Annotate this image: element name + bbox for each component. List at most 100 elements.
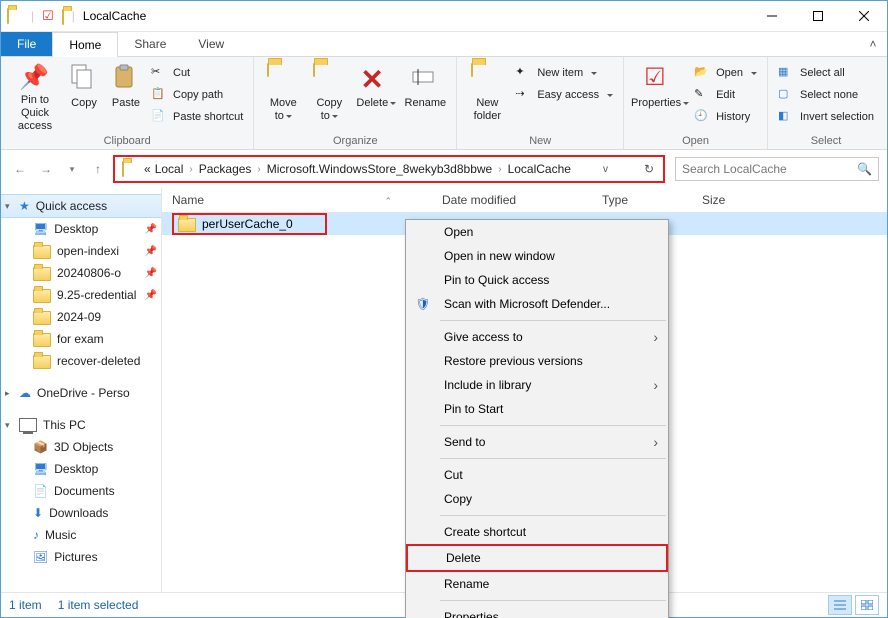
chevron-right-icon[interactable]: ›	[253, 164, 264, 175]
edit-button[interactable]: ✎Edit	[690, 85, 761, 105]
new-folder-button[interactable]: New folder	[463, 59, 511, 133]
copy-to-button[interactable]: Copy to	[306, 59, 352, 133]
column-headers[interactable]: Name Date modified Type Size	[162, 188, 887, 213]
col-date[interactable]: Date modified	[432, 193, 592, 207]
sidebar-item-desktop2[interactable]: 🖥Desktop	[1, 458, 161, 480]
group-label-clipboard: Clipboard	[104, 133, 151, 149]
cm-pin-quick-access[interactable]: Pin to Quick access	[406, 268, 668, 292]
move-to-button[interactable]: Move to	[260, 59, 306, 133]
share-tab[interactable]: Share	[118, 32, 182, 56]
cm-defender-scan[interactable]: 🛡 Scan with Microsoft Defender...	[406, 292, 668, 316]
minimize-button[interactable]	[749, 1, 795, 31]
delete-button[interactable]: ✕ Delete	[352, 59, 400, 133]
pin-icon: 📌	[145, 224, 157, 235]
chevron-right-icon[interactable]: ›	[494, 164, 505, 175]
cm-copy[interactable]: Copy	[406, 487, 668, 511]
details-view-button[interactable]	[828, 595, 852, 615]
chevron-down-icon[interactable]: ▾	[5, 201, 10, 212]
file-tab[interactable]: File	[1, 32, 52, 56]
address-dropdown-button[interactable]: v	[594, 158, 616, 180]
large-icons-view-button[interactable]	[855, 595, 879, 615]
home-tab[interactable]: Home	[52, 32, 118, 57]
select-all-button[interactable]: ▦Select all	[774, 63, 878, 83]
navigation-pane[interactable]: ▾ ★ Quick access 🖥Desktop📌 open-indexi📌 …	[1, 188, 162, 592]
qat-newfolder-icon[interactable]	[62, 9, 64, 23]
desktop-icon: 🖥	[33, 462, 48, 476]
col-name[interactable]: Name	[162, 193, 432, 207]
cut-button[interactable]: ✂Cut	[147, 63, 247, 83]
cm-pin-start[interactable]: Pin to Start	[406, 397, 668, 421]
sidebar-item[interactable]: 2024-09	[1, 306, 161, 328]
objects-icon: 📦	[33, 440, 48, 454]
sidebar-this-pc[interactable]: ▾ This PC	[1, 414, 161, 436]
copy-path-button[interactable]: 📋Copy path	[147, 85, 247, 105]
group-label-select: Select	[811, 133, 842, 149]
rename-button[interactable]: Rename	[400, 59, 450, 133]
up-button[interactable]: ↑	[87, 158, 109, 180]
sidebar-onedrive[interactable]: ▸ ☁ OneDrive - Perso	[1, 382, 161, 404]
paste-shortcut-button[interactable]: 📄Paste shortcut	[147, 107, 247, 127]
new-item-button[interactable]: ✦New item	[511, 63, 617, 83]
sidebar-item[interactable]: 20240806-o📌	[1, 262, 161, 284]
sidebar-item-desktop[interactable]: 🖥Desktop📌	[1, 218, 161, 240]
bc-prefix[interactable]: «	[142, 162, 153, 176]
sidebar-item-music[interactable]: ♪Music	[1, 524, 161, 546]
view-tab[interactable]: View	[182, 32, 240, 56]
sidebar-item[interactable]: recover-deleted	[1, 350, 161, 372]
search-input[interactable]: Search LocalCache 🔍	[675, 157, 879, 181]
col-size[interactable]: Size	[692, 193, 762, 207]
invert-selection-button[interactable]: ◧Invert selection	[774, 107, 878, 127]
bc-seg-local[interactable]: Local	[153, 162, 186, 176]
cm-cut[interactable]: Cut	[406, 463, 668, 487]
sidebar-quick-access[interactable]: ▾ ★ Quick access	[1, 194, 161, 218]
paste-button[interactable]: Paste	[105, 59, 147, 133]
sidebar-item[interactable]: for exam	[1, 328, 161, 350]
history-button[interactable]: 🕘History	[690, 107, 761, 127]
easy-access-button[interactable]: ⇢Easy access	[511, 85, 617, 105]
bc-seg-store[interactable]: Microsoft.WindowsStore_8wekyb3d8bbwe	[265, 162, 494, 176]
cm-open-new-window[interactable]: Open in new window	[406, 244, 668, 268]
address-bar[interactable]: « Local› Packages› Microsoft.WindowsStor…	[113, 155, 665, 183]
chevron-right-icon[interactable]: ▸	[5, 388, 10, 399]
select-none-button[interactable]: ▢Select none	[774, 85, 878, 105]
cm-properties[interactable]: Properties	[406, 605, 668, 618]
sidebar-item-3d[interactable]: 📦3D Objects	[1, 436, 161, 458]
bc-seg-packages[interactable]: Packages	[197, 162, 254, 176]
cm-rename[interactable]: Rename	[406, 572, 668, 596]
cm-restore-versions[interactable]: Restore previous versions	[406, 349, 668, 373]
cm-open[interactable]: Open	[406, 220, 668, 244]
sidebar-item[interactable]: open-indexi📌	[1, 240, 161, 262]
explorer-window: | ☑ | LocalCache File Home Share View ˄ …	[0, 0, 888, 618]
downloads-icon: ⬇	[33, 506, 43, 520]
sidebar-item[interactable]: 9.25-credential📌	[1, 284, 161, 306]
sidebar-item-docs[interactable]: 📄Documents	[1, 480, 161, 502]
pin-to-quick-access-button[interactable]: 📌 Pin to Quick access	[7, 59, 63, 133]
copy-button[interactable]: Copy	[63, 59, 105, 133]
app-icon	[7, 8, 23, 24]
chevron-down-icon[interactable]: ▾	[5, 420, 10, 431]
cm-give-access[interactable]: Give access to	[406, 325, 668, 349]
properties-button[interactable]: ☑ Properties	[630, 59, 690, 133]
maximize-button[interactable]	[795, 1, 841, 31]
cm-create-shortcut[interactable]: Create shortcut	[406, 520, 668, 544]
search-icon[interactable]: 🔍	[857, 162, 872, 176]
open-button[interactable]: 📂Open	[690, 63, 761, 83]
sidebar-item-downloads[interactable]: ⬇Downloads	[1, 502, 161, 524]
col-type[interactable]: Type	[592, 193, 692, 207]
sidebar-item-pictures[interactable]: 🖼Pictures	[1, 546, 161, 568]
ribbon-collapse-button[interactable]: ˄	[859, 32, 887, 56]
close-button[interactable]	[841, 1, 887, 31]
back-button[interactable]: ←	[9, 158, 31, 180]
cm-send-to[interactable]: Send to	[406, 430, 668, 454]
qat-properties-icon[interactable]: ☑	[42, 8, 54, 24]
forward-button[interactable]: →	[35, 158, 57, 180]
refresh-button[interactable]: ↻	[638, 158, 660, 180]
bc-seg-localcache[interactable]: LocalCache	[506, 162, 573, 176]
recent-locations-button[interactable]: ▾	[61, 158, 83, 180]
folder-icon	[33, 355, 51, 369]
search-placeholder: Search LocalCache	[682, 162, 787, 176]
group-clipboard: 📌 Pin to Quick access Copy Paste ✂Cut 📋C…	[1, 57, 254, 149]
cm-include-library[interactable]: Include in library	[406, 373, 668, 397]
cm-delete[interactable]: Delete	[406, 544, 668, 572]
chevron-right-icon[interactable]: ›	[185, 164, 196, 175]
